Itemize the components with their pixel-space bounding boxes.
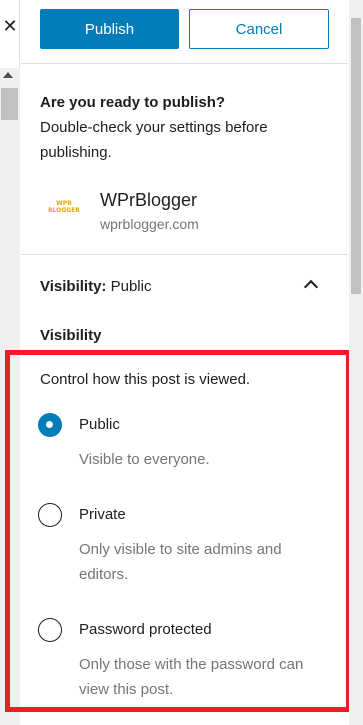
publish-button[interactable]: Publish [40, 9, 179, 49]
close-icon[interactable]: ✕ [0, 16, 20, 37]
intro-body: Double-check your settings before publis… [40, 119, 268, 161]
visibility-summary: Visibility: Public [40, 278, 151, 295]
visibility-summary-value: Public [110, 278, 152, 295]
highlight-annotation [5, 350, 351, 712]
site-url: wprblogger.com [100, 216, 199, 232]
site-logo: WPR BLOGGER [48, 200, 80, 214]
visibility-summary-prefix: Visibility: [40, 278, 107, 295]
visibility-heading: Visibility [40, 327, 102, 344]
scroll-up-arrow-icon[interactable] [3, 72, 13, 78]
panel-scroll-thumb[interactable] [351, 18, 361, 294]
site-name: WPrBlogger [100, 190, 198, 210]
panel-scrollbar[interactable] [349, 0, 363, 725]
cancel-button[interactable]: Cancel [189, 9, 329, 49]
visibility-panel-toggle[interactable]: Visibility: Public [21, 262, 348, 312]
site-card: WPR BLOGGER WPrBlogger wprblogger.com [40, 188, 330, 236]
panel-header: Publish Cancel [21, 0, 348, 64]
publish-intro: Are you ready to publish? Double-check y… [40, 90, 330, 165]
section-divider [21, 254, 348, 255]
editor-scroll-thumb[interactable] [1, 88, 18, 120]
chevron-up-icon[interactable] [303, 279, 319, 295]
intro-title: Are you ready to publish? [40, 94, 226, 111]
